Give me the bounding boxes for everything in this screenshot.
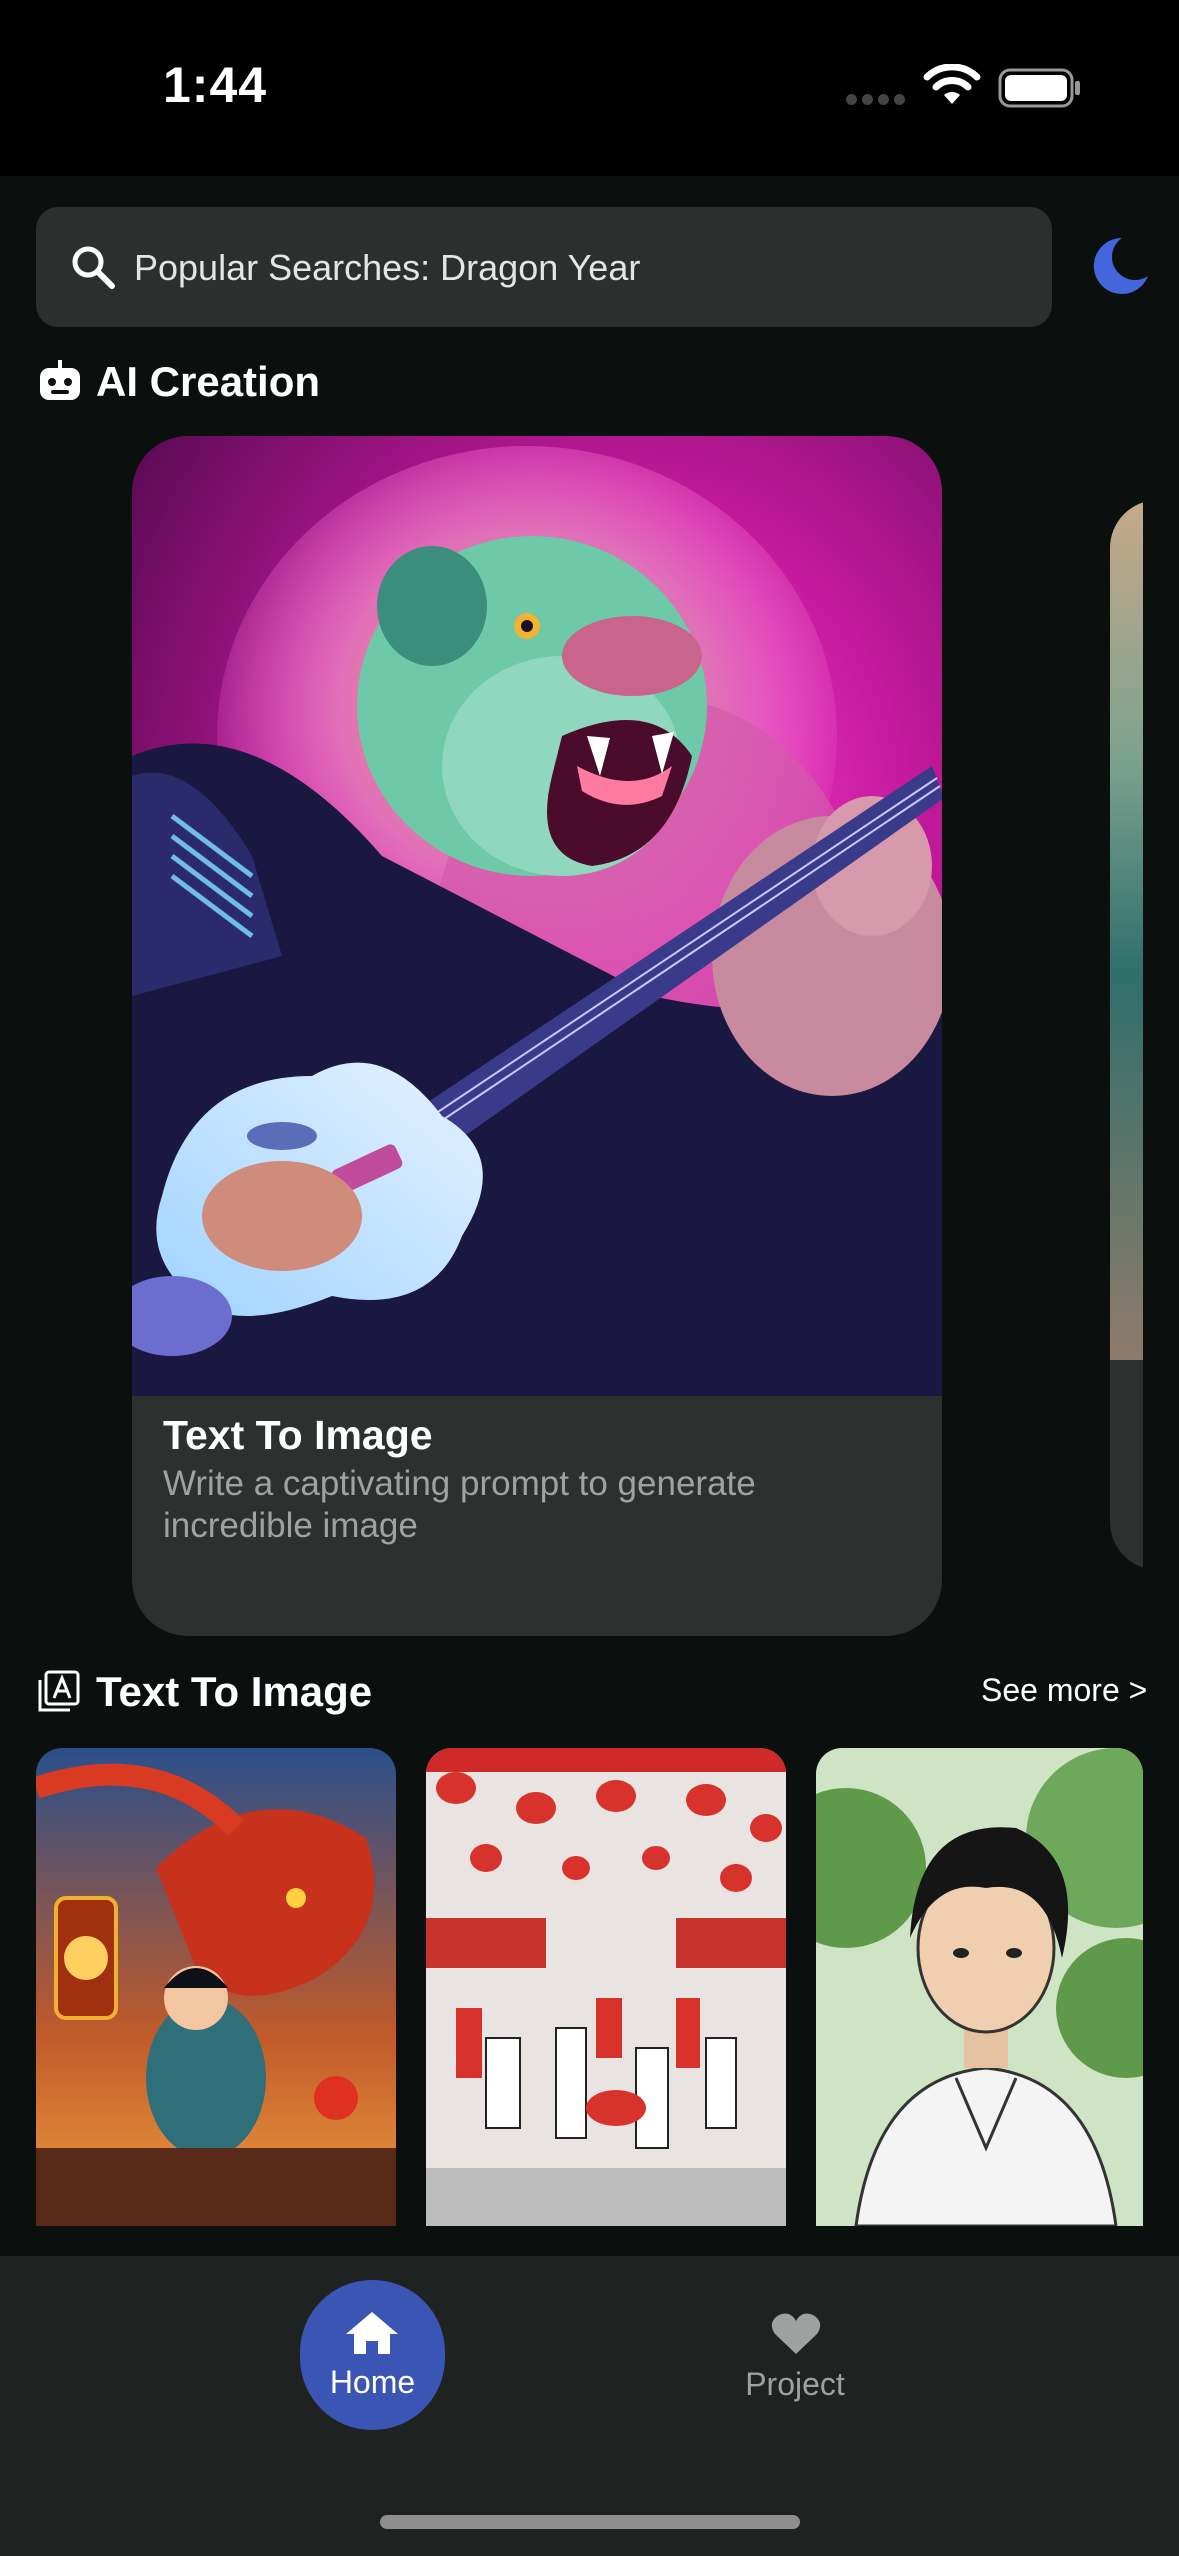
lantern-market-thumbnail[interactable] bbox=[426, 1748, 786, 2226]
search-placeholder: Popular Searches: Dragon Year bbox=[134, 247, 641, 288]
status-time: 1:44 bbox=[163, 57, 268, 113]
status-bar: 1:44 bbox=[0, 0, 1179, 176]
heart-icon bbox=[771, 2313, 821, 2354]
home-icon bbox=[346, 2312, 398, 2354]
card-title: Text To Image bbox=[163, 1412, 433, 1458]
text-to-image-card[interactable]: Text To Image Write a captivating prompt… bbox=[132, 436, 942, 1636]
search-input[interactable]: Popular Searches: Dragon Year bbox=[36, 207, 1052, 327]
text-to-image-title: Text To Image bbox=[96, 1668, 373, 1715]
robot-icon bbox=[40, 360, 80, 400]
wifi-icon bbox=[923, 64, 981, 104]
dragon-thumbnail[interactable] bbox=[36, 1748, 396, 2226]
moon-icon[interactable] bbox=[1086, 236, 1179, 296]
text-image-icon bbox=[38, 1670, 80, 1712]
home-indicator[interactable] bbox=[380, 2515, 800, 2529]
tab-project-label: Project bbox=[745, 2366, 845, 2402]
cellular-signal-icon bbox=[846, 92, 910, 110]
see-more-link[interactable]: See more > bbox=[981, 1672, 1147, 1709]
battery-icon bbox=[998, 68, 1080, 108]
page-edge bbox=[1143, 430, 1179, 1650]
lion-guitar-artwork bbox=[132, 436, 942, 1396]
card-description: Write a captivating prompt to generate i… bbox=[163, 1464, 756, 1545]
bottom-nav bbox=[0, 2256, 1179, 2556]
search-icon bbox=[72, 246, 115, 289]
ai-creation-title: AI Creation bbox=[96, 358, 321, 405]
tab-home-label: Home bbox=[329, 2364, 416, 2400]
tab-project[interactable]: Project bbox=[730, 2296, 860, 2406]
tab-home[interactable]: Home bbox=[300, 2280, 445, 2430]
portrait-thumbnail[interactable] bbox=[816, 1748, 1143, 2226]
